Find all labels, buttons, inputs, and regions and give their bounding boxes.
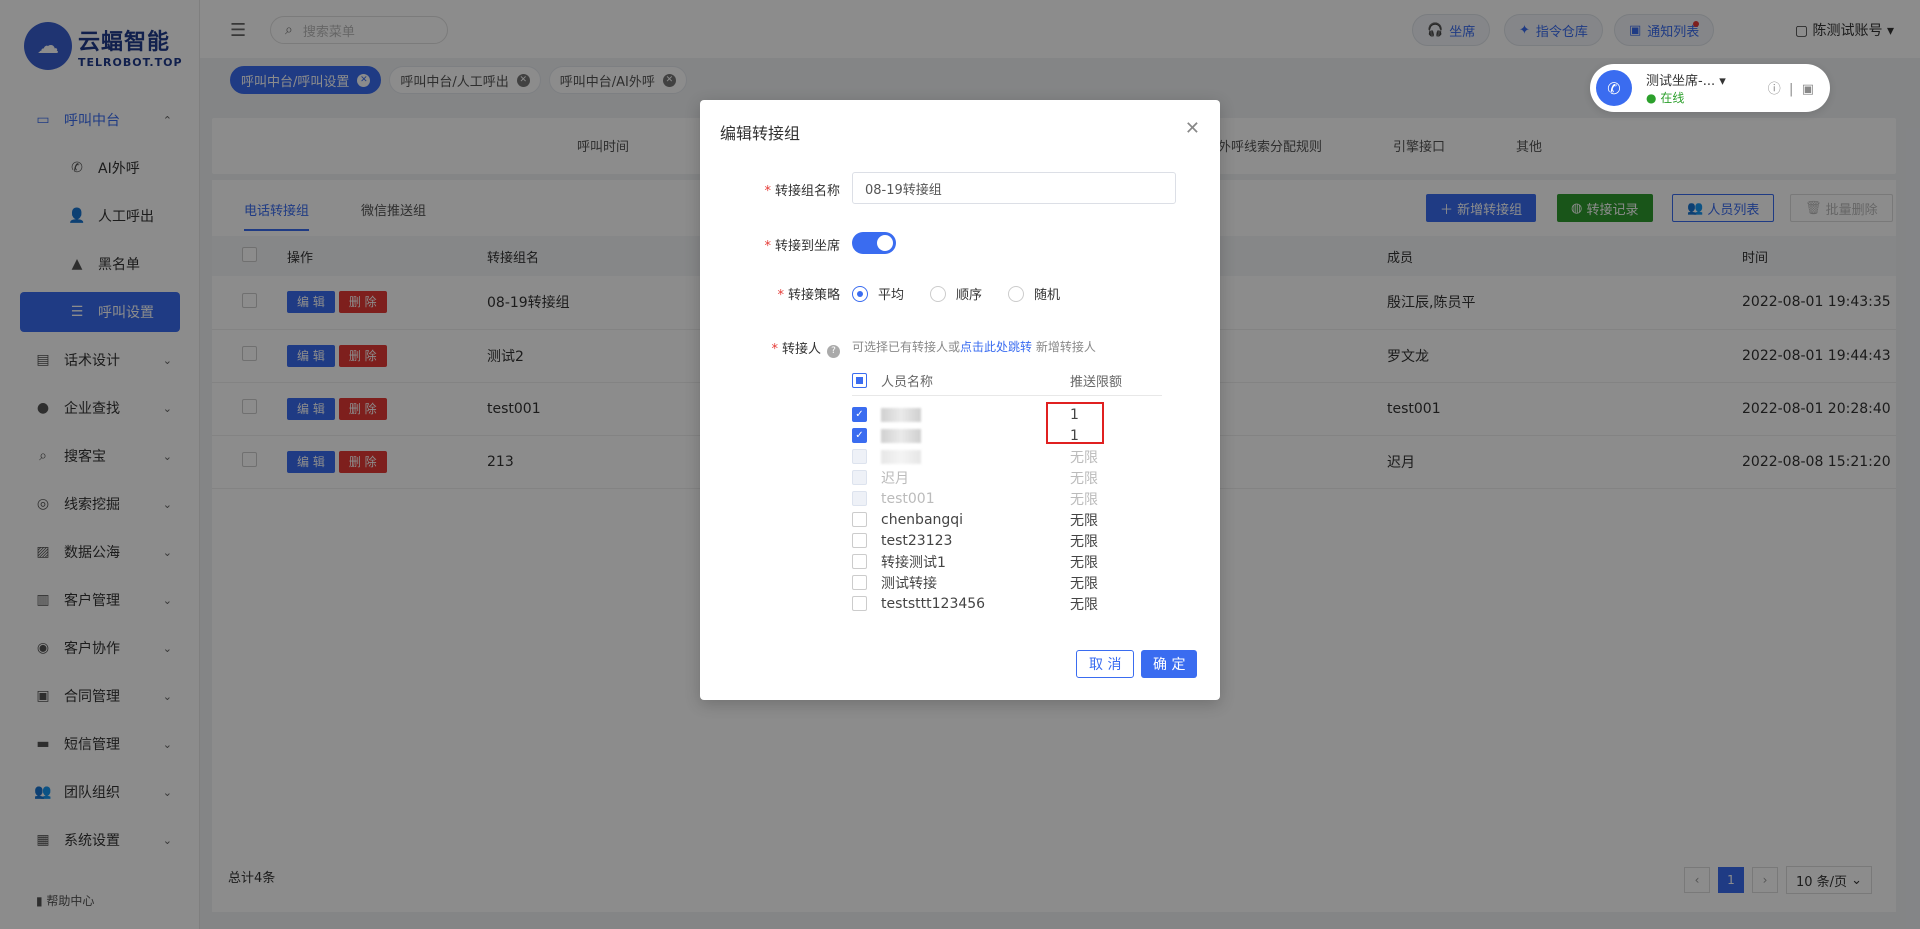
transfer-hint: 可选择已有转接人或点击此处跳转 新增转接人: [852, 340, 1096, 354]
person-row: ✓ 1: [852, 404, 1162, 425]
person-checkbox: [852, 491, 867, 506]
to-seat-toggle[interactable]: [852, 232, 896, 254]
online-status-icon: ●: [1646, 91, 1657, 105]
person-checkbox[interactable]: [852, 512, 867, 527]
strategy-radio-group: 平均 顺序 随机: [852, 284, 1060, 303]
person-checkbox[interactable]: [852, 596, 867, 611]
person-table-header: 人员名称 推送限额: [852, 366, 1162, 396]
person-row: ✓ 1: [852, 425, 1162, 446]
person-row: 转接测试1 无限: [852, 551, 1162, 572]
to-seat-label: * 转接到坐席: [764, 239, 840, 254]
person-row: test001 无限: [852, 488, 1162, 509]
select-all-checkbox[interactable]: [852, 373, 867, 388]
help-icon[interactable]: ?: [827, 345, 840, 358]
person-checkbox[interactable]: ✓: [852, 407, 867, 422]
person-checkbox[interactable]: [852, 575, 867, 590]
person-checkbox[interactable]: [852, 554, 867, 569]
info-icon[interactable]: ⓘ: [1768, 82, 1781, 97]
seat-name: 测试坐席-...: [1646, 74, 1716, 89]
transfer-person-label: * 转接人?: [771, 338, 840, 358]
minimize-icon[interactable]: ▣: [1802, 82, 1814, 97]
person-row: 测试转接 无限: [852, 572, 1162, 593]
redacted-name: [881, 449, 921, 464]
jump-link[interactable]: 点击此处跳转: [960, 340, 1032, 354]
confirm-button[interactable]: 确 定: [1141, 650, 1198, 678]
redacted-name: [881, 428, 921, 443]
redacted-name: [881, 407, 921, 422]
person-row: test23123 无限: [852, 530, 1162, 551]
person-row: 无限: [852, 446, 1162, 467]
person-checkbox: [852, 449, 867, 464]
group-name-input[interactable]: 08-19转接组: [852, 172, 1176, 204]
caret-down-icon[interactable]: ▾: [1719, 74, 1726, 89]
cancel-button[interactable]: 取 消: [1076, 650, 1135, 678]
person-table: 人员名称 推送限额 ✓ 1 ✓ 1 无限 迟月 无限 test001 无限 chenba…: [852, 366, 1162, 614]
phone-widget[interactable]: ✆ 测试坐席-... ▾ ● 在线 ⓘ | ▣: [1590, 64, 1830, 112]
person-row: teststtt123456 无限: [852, 593, 1162, 614]
strategy-random-radio[interactable]: 随机: [1008, 284, 1060, 303]
group-name-label: * 转接组名称: [764, 184, 840, 199]
person-row: chenbangqi 无限: [852, 509, 1162, 530]
person-checkbox[interactable]: [852, 533, 867, 548]
phone-icon[interactable]: ✆: [1596, 70, 1632, 106]
person-checkbox: [852, 470, 867, 485]
strategy-label: * 转接策略: [777, 288, 840, 303]
highlight-box: [1046, 402, 1104, 444]
strategy-sequence-radio[interactable]: 顺序: [930, 284, 982, 303]
person-row: 迟月 无限: [852, 467, 1162, 488]
person-checkbox[interactable]: ✓: [852, 428, 867, 443]
strategy-average-radio[interactable]: 平均: [852, 284, 904, 303]
close-icon[interactable]: ✕: [1185, 118, 1200, 139]
seat-status: 在线: [1660, 91, 1685, 105]
edit-transfer-group-dialog: 编辑转接组 ✕ * 转接组名称 08-19转接组 * 转接到坐席 * 转接策略 平均 …: [700, 100, 1220, 700]
dialog-title: 编辑转接组: [720, 124, 801, 143]
